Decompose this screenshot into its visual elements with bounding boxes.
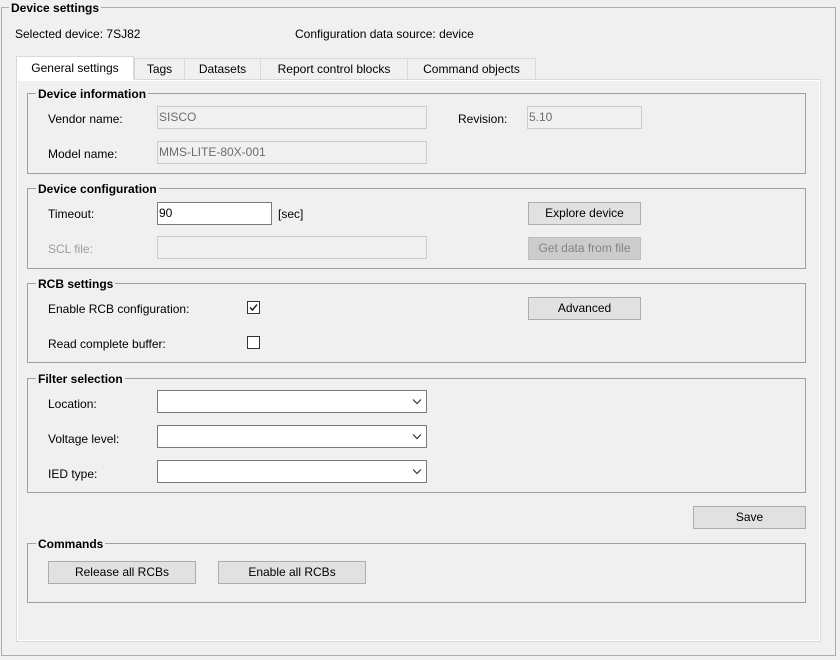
model-name-label: Model name: [48,147,118,161]
tab-tags[interactable]: Tags [134,58,185,79]
enable-rcb-label: Enable RCB configuration: [48,302,190,316]
vendor-name-field[interactable]: SISCO [157,106,427,129]
tab-general-settings[interactable]: General settings [16,56,134,80]
ied-type-dropdown[interactable] [157,460,427,483]
chevron-down-icon [412,434,422,440]
advanced-button[interactable]: Advanced [528,297,641,320]
commands-title: Commands [36,537,106,551]
timeout-input[interactable]: 90 [157,202,272,225]
check-icon [249,304,258,312]
chevron-down-icon [412,469,422,475]
vendor-name-label: Vendor name: [48,112,123,126]
device-information-title: Device information [36,87,149,101]
device-settings-title: Device settings [9,1,102,15]
save-button[interactable]: Save [693,506,806,529]
tab-report-control-blocks[interactable]: Report control blocks [260,58,408,79]
chevron-down-icon [412,399,422,405]
rcb-settings-group [27,283,806,363]
ied-type-label: IED type: [48,467,98,481]
read-buffer-checkbox[interactable] [247,336,260,349]
enable-rcb-checkbox[interactable] [247,301,260,314]
location-dropdown[interactable] [157,390,427,413]
location-label: Location: [48,397,97,411]
tab-command-objects[interactable]: Command objects [407,58,536,79]
revision-label: Revision: [458,112,508,126]
scl-file-field[interactable] [157,236,427,259]
config-source-label: Configuration data source: device [295,27,474,41]
timeout-unit: [sec] [278,207,304,221]
scl-file-label: SCL file: [48,242,93,256]
rcb-settings-title: RCB settings [36,277,116,291]
revision-field[interactable]: 5.10 [527,106,642,129]
release-all-rcbs-button[interactable]: Release all RCBs [48,561,196,584]
filter-selection-title: Filter selection [36,372,125,386]
explore-device-button[interactable]: Explore device [528,202,641,225]
get-data-from-file-button[interactable]: Get data from file [528,237,641,260]
voltage-level-label: Voltage level: [48,432,120,446]
tab-datasets[interactable]: Datasets [184,58,261,79]
enable-all-rcbs-button[interactable]: Enable all RCBs [218,561,366,584]
voltage-level-dropdown[interactable] [157,425,427,448]
selected-device-label: Selected device: 7SJ82 [15,27,141,41]
model-name-field[interactable]: MMS-LITE-80X-001 [157,141,427,164]
timeout-label: Timeout: [48,207,95,221]
device-configuration-title: Device configuration [36,182,159,196]
read-buffer-label: Read complete buffer: [48,337,166,351]
